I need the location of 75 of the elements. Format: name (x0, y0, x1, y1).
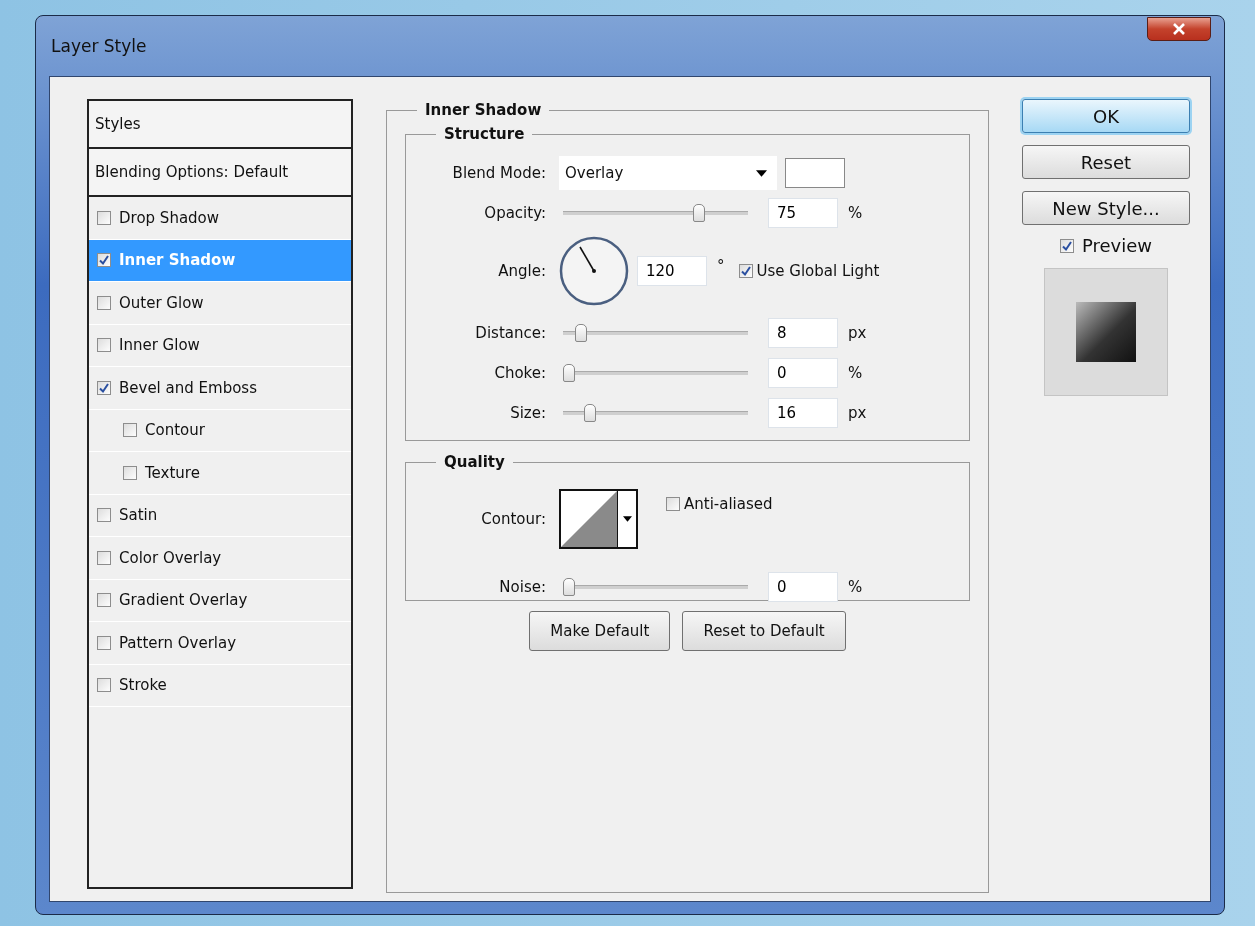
checkbox[interactable] (97, 380, 111, 395)
field-label: Opacity: (483, 204, 547, 222)
value-field[interactable]: 75 (768, 198, 838, 228)
style-label: Color Overlay (119, 548, 222, 567)
value-field[interactable]: 16 (768, 398, 838, 428)
degree-label: ° (717, 257, 725, 275)
default-button[interactable]: Reset to Default (682, 611, 846, 651)
style-label: Stroke (119, 676, 167, 695)
field-label: Choke: (493, 364, 547, 382)
checkbox[interactable] (97, 338, 111, 353)
value-field[interactable]: 8 (768, 318, 838, 348)
style-label: Satin (119, 506, 158, 525)
checkbox[interactable] (97, 678, 111, 693)
style-label: Outer Glow (119, 293, 204, 312)
checkbox[interactable] (97, 635, 111, 650)
slider-thumb[interactable] (692, 204, 705, 222)
checkbox-label: Use Global Light (756, 262, 880, 280)
style-label: Inner Shadow (119, 251, 236, 270)
value-field[interactable]: 0 (768, 572, 838, 602)
section-title: Structure (443, 125, 526, 143)
window-title: Layer Style (50, 36, 147, 56)
angle-dial-icon[interactable] (559, 236, 629, 306)
style-label: Inner Glow (119, 336, 200, 355)
checkbox[interactable] (1059, 238, 1074, 253)
checkbox[interactable] (97, 210, 111, 225)
field-label: Distance: (474, 324, 547, 342)
value-field[interactable]: 0 (768, 358, 838, 388)
checkbox[interactable] (738, 264, 753, 278)
style-label: Bevel and Emboss (119, 378, 257, 397)
field-label: Noise: (498, 578, 547, 596)
blending-options-item[interactable]: Blending Options: Default (89, 149, 351, 197)
checkbox[interactable] (666, 497, 680, 511)
field-label: Size: (509, 404, 547, 422)
unit-label: % (848, 364, 863, 382)
style-label: Pattern Overlay (119, 633, 237, 652)
style-label: Contour (145, 421, 205, 440)
checkbox[interactable] (97, 508, 111, 523)
checkbox-label: Anti-aliased (684, 495, 773, 513)
default-button[interactable]: Make Default (529, 611, 671, 651)
contour-picker[interactable] (559, 489, 638, 549)
dialog-button[interactable]: Reset (1022, 145, 1190, 179)
unit-label: % (848, 578, 863, 596)
unit-label: % (848, 204, 863, 222)
checkbox[interactable] (97, 253, 111, 268)
slider-thumb[interactable] (583, 404, 596, 422)
style-label: Gradient Overlay (119, 591, 248, 610)
style-label: Texture (145, 463, 200, 482)
style-label: Drop Shadow (119, 208, 220, 227)
unit-label: px (848, 404, 867, 422)
slider-thumb[interactable] (563, 364, 575, 382)
styles-header[interactable]: Styles (89, 101, 351, 149)
section-title: Inner Shadow (424, 101, 543, 119)
close-icon (1172, 23, 1186, 35)
field-label: Contour: (480, 510, 547, 528)
preview-swatch (1076, 302, 1136, 362)
field-label: Angle: (497, 262, 547, 280)
caret-icon (622, 516, 632, 522)
color-swatch[interactable] (785, 158, 845, 188)
caret-icon (756, 169, 767, 177)
checkbox[interactable] (97, 295, 111, 310)
angle-field[interactable]: 120 (637, 256, 707, 286)
dialog-button[interactable]: OK (1022, 99, 1190, 133)
section-title: Quality (443, 453, 506, 471)
field-label: Blend Mode: (451, 164, 547, 182)
dialog-button[interactable]: New Style... (1022, 191, 1190, 225)
close-button[interactable] (1147, 17, 1211, 41)
unit-label: px (848, 324, 867, 342)
blend-mode-dropdown[interactable]: Overlay (559, 156, 777, 190)
slider-thumb[interactable] (575, 324, 588, 342)
slider-thumb[interactable] (563, 578, 575, 596)
checkbox[interactable] (123, 465, 137, 480)
checkbox[interactable] (97, 550, 111, 565)
checkbox-label: Preview (1081, 235, 1153, 256)
checkbox[interactable] (97, 593, 111, 608)
checkbox[interactable] (123, 423, 137, 438)
